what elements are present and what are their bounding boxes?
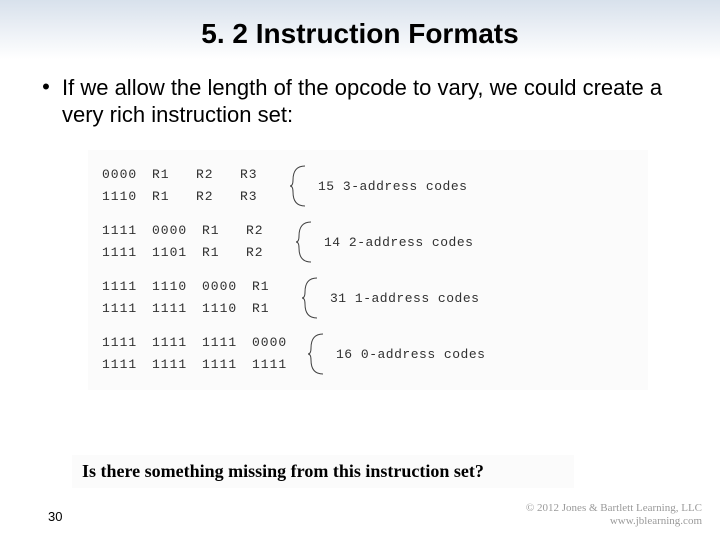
- copyright-line1: © 2012 Jones & Bartlett Learning, LLC: [526, 502, 702, 515]
- code-line: 11110000R1R2: [102, 220, 290, 242]
- page-number: 30: [48, 509, 62, 524]
- code-group: 111111100000R1111111111110R131 1-address…: [102, 276, 638, 320]
- code-field: R1: [252, 276, 296, 298]
- code-line: 1111111111110000: [102, 332, 302, 354]
- slide-title: 5. 2 Instruction Formats: [0, 0, 720, 50]
- code-field: 1111: [102, 332, 152, 354]
- group-label: 15 3-address codes: [310, 164, 638, 208]
- question-bar: Is there something missing from this ins…: [72, 455, 574, 488]
- brace-icon: [288, 164, 310, 208]
- code-group: 11110000R1R211111101R1R214 2-address cod…: [102, 220, 638, 264]
- bullet-block: • If we allow the length of the opcode t…: [0, 50, 720, 128]
- code-field: 0000: [252, 332, 302, 354]
- code-field: 1111: [102, 242, 152, 264]
- code-field: R3: [240, 186, 284, 208]
- code-field: 0000: [152, 220, 202, 242]
- group-label: 31 1-address codes: [322, 276, 638, 320]
- code-field: R1: [252, 298, 296, 320]
- brace-icon: [300, 276, 322, 320]
- code-field: 1111: [102, 298, 152, 320]
- code-line: 0000R1R2R3: [102, 164, 284, 186]
- brace-icon: [306, 332, 328, 376]
- code-line: 11111101R1R2: [102, 242, 290, 264]
- code-group: 0000R1R2R31110R1R2R315 3-address codes: [102, 164, 638, 208]
- copyright: © 2012 Jones & Bartlett Learning, LLC ww…: [526, 502, 702, 528]
- bullet-text: If we allow the length of the opcode to …: [58, 74, 686, 128]
- code-field: 1111: [102, 354, 152, 376]
- code-field: 1111: [252, 354, 302, 376]
- code-field: 0000: [102, 164, 152, 186]
- copyright-line2: www.jblearning.com: [526, 515, 702, 528]
- code-field: 1111: [202, 332, 252, 354]
- code-field: 1111: [102, 220, 152, 242]
- code-field: 1111: [102, 276, 152, 298]
- code-field: 1111: [152, 332, 202, 354]
- code-field: R3: [240, 164, 284, 186]
- bullet-dot: •: [34, 74, 58, 128]
- code-group: 1111111111110000111111111111111116 0-add…: [102, 332, 638, 376]
- code-line: 1110R1R2R3: [102, 186, 284, 208]
- code-field: R1: [202, 242, 246, 264]
- group-label: 14 2-address codes: [316, 220, 638, 264]
- code-field: R2: [246, 220, 290, 242]
- code-line: 111111100000R1: [102, 276, 296, 298]
- code-field: R1: [202, 220, 246, 242]
- code-field: 1111: [202, 354, 252, 376]
- code-field: R2: [196, 164, 240, 186]
- code-field: 1110: [102, 186, 152, 208]
- code-field: 1111: [152, 298, 202, 320]
- group-label: 16 0-address codes: [328, 332, 638, 376]
- code-field: R2: [196, 186, 240, 208]
- code-line: 1111111111111111: [102, 354, 302, 376]
- code-field: 0000: [202, 276, 252, 298]
- code-field: R1: [152, 164, 196, 186]
- code-field: R2: [246, 242, 290, 264]
- brace-icon: [294, 220, 316, 264]
- code-field: 1101: [152, 242, 202, 264]
- code-field: 1111: [152, 354, 202, 376]
- code-field: 1110: [152, 276, 202, 298]
- code-field: R1: [152, 186, 196, 208]
- code-line: 111111111110R1: [102, 298, 296, 320]
- code-field: 1110: [202, 298, 252, 320]
- instruction-diagram: 0000R1R2R31110R1R2R315 3-address codes11…: [88, 150, 648, 390]
